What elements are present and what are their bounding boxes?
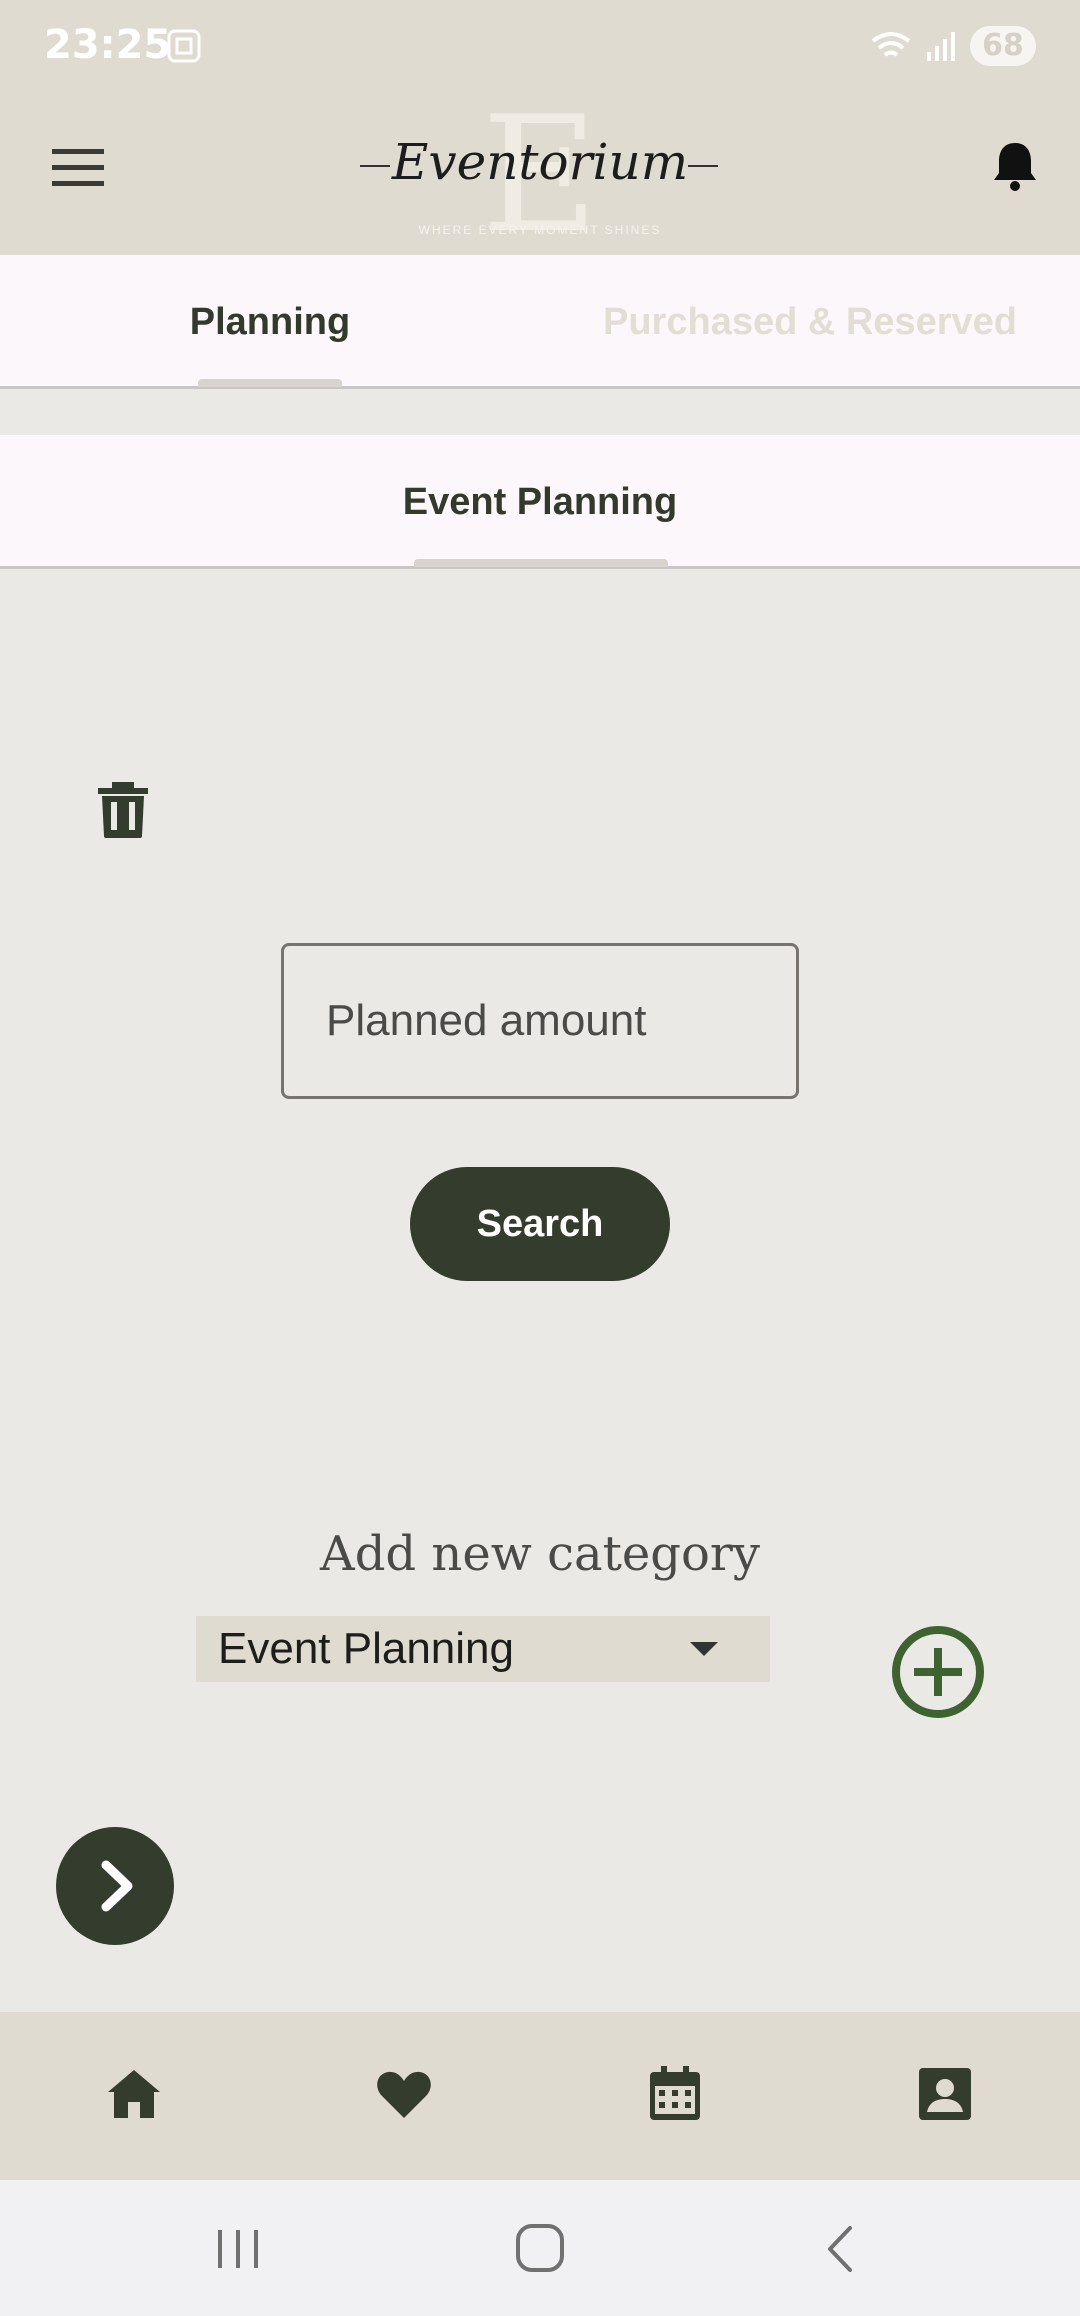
app-logo: E Eventorium WHERE EVERY MOMENT SHINES — [360, 95, 720, 255]
signal-icon — [927, 32, 955, 61]
bottom-nav — [0, 2012, 1080, 2180]
tab-event-planning[interactable]: Event Planning — [340, 481, 740, 524]
logo-wordmark: Eventorium — [391, 133, 689, 191]
sub-tabs: Event Planning — [0, 435, 1080, 569]
home-circle-icon[interactable] — [510, 2224, 570, 2274]
bell-icon[interactable] — [990, 139, 1040, 193]
subtab-indicator — [414, 559, 668, 567]
tab-planning[interactable]: Planning — [140, 301, 400, 344]
contact-card-icon[interactable] — [915, 2064, 975, 2124]
next-button[interactable] — [56, 1827, 174, 1945]
add-circle-icon[interactable] — [890, 1624, 986, 1720]
trash-icon[interactable] — [96, 780, 150, 840]
battery-icon: 68 — [970, 26, 1036, 66]
wifi-icon — [871, 32, 911, 57]
logo-tagline: WHERE EVERY MOMENT SHINES — [418, 223, 662, 237]
home-icon[interactable] — [104, 2064, 164, 2124]
screenshot-icon — [167, 29, 201, 63]
planned-amount-input[interactable] — [281, 943, 799, 1099]
hamburger-menu-icon[interactable] — [48, 143, 112, 193]
app-bar: E Eventorium WHERE EVERY MOMENT SHINES — [0, 95, 1080, 255]
search-button[interactable]: Search — [410, 1167, 670, 1281]
category-select[interactable]: Event Planning — [196, 1616, 770, 1682]
back-icon[interactable] — [812, 2224, 872, 2274]
dropdown-arrow-icon — [690, 1642, 718, 1656]
system-nav-bar — [0, 2180, 1080, 2316]
heart-icon[interactable] — [374, 2064, 434, 2124]
top-tabs: Planning Purchased & Reserved — [0, 255, 1080, 389]
tab-indicator — [198, 379, 342, 387]
recents-icon[interactable] — [208, 2224, 268, 2274]
add-category-title: Add new category — [320, 1526, 760, 1582]
status-time: 23:25 — [44, 22, 172, 68]
calendar-icon[interactable] — [645, 2064, 705, 2124]
chevron-right-icon — [101, 1860, 133, 1912]
category-select-value: Event Planning — [218, 1624, 514, 1673]
tab-purchased-reserved[interactable]: Purchased & Reserved — [580, 301, 1040, 344]
